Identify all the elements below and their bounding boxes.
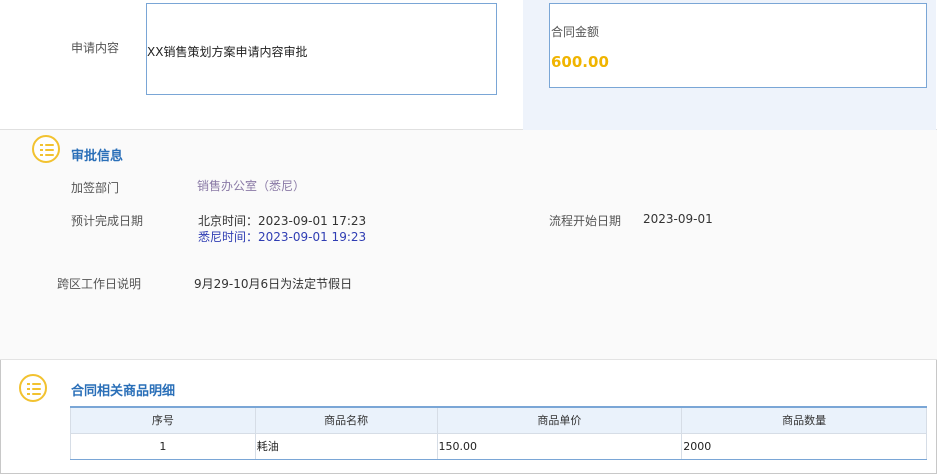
approval-section bbox=[0, 130, 937, 360]
expected-date-label: 预计完成日期 bbox=[71, 214, 144, 228]
products-section-title: 合同相关商品明细 bbox=[71, 384, 176, 399]
countersign-dept-label: 加签部门 bbox=[71, 181, 120, 195]
table-header-row: 序号 商品名称 商品单价 商品数量 bbox=[70, 406, 927, 434]
countersign-dept-value: 销售办公室（悉尼） bbox=[197, 179, 306, 193]
cell-quantity: 2000 bbox=[681, 433, 927, 460]
sydney-time-value: 悉尼时间：2023-09-01 19:23 bbox=[198, 230, 367, 244]
column-header[interactable]: 商品单价 bbox=[436, 406, 683, 434]
beijing-time-value: 北京时间：2023-09-01 17:23 bbox=[198, 214, 367, 228]
contract-amount-label: 合同金额 bbox=[551, 25, 600, 39]
list-icon bbox=[32, 135, 60, 163]
cell-index: 1 bbox=[70, 433, 256, 460]
apply-content-value: XX销售策划方案申请内容审批 bbox=[147, 45, 308, 59]
flow-start-label: 流程开始日期 bbox=[549, 214, 622, 228]
contract-amount-field[interactable] bbox=[549, 3, 927, 88]
cross-region-label: 跨区工作日说明 bbox=[57, 277, 142, 291]
contract-amount-value: 600.00 bbox=[551, 53, 609, 71]
application-section: 申请内容 XX销售策划方案申请内容审批 合同金额 600.00 bbox=[0, 0, 937, 130]
table-row[interactable]: 1 耗油 150.00 2000 bbox=[70, 433, 927, 460]
list-icon bbox=[19, 374, 47, 402]
approval-section-title: 审批信息 bbox=[71, 149, 124, 164]
apply-content-label: 申请内容 bbox=[71, 41, 120, 55]
column-header[interactable]: 序号 bbox=[70, 406, 256, 434]
column-header[interactable]: 商品数量 bbox=[681, 406, 927, 434]
column-header[interactable]: 商品名称 bbox=[254, 406, 438, 434]
cell-unit-price: 150.00 bbox=[436, 433, 683, 460]
products-table: 序号 商品名称 商品单价 商品数量 1 耗油 150.00 2000 bbox=[70, 406, 927, 460]
cell-product-name: 耗油 bbox=[254, 433, 438, 460]
cross-region-value: 9月29-10月6日为法定节假日 bbox=[194, 277, 353, 291]
flow-start-value: 2023-09-01 bbox=[643, 212, 713, 226]
